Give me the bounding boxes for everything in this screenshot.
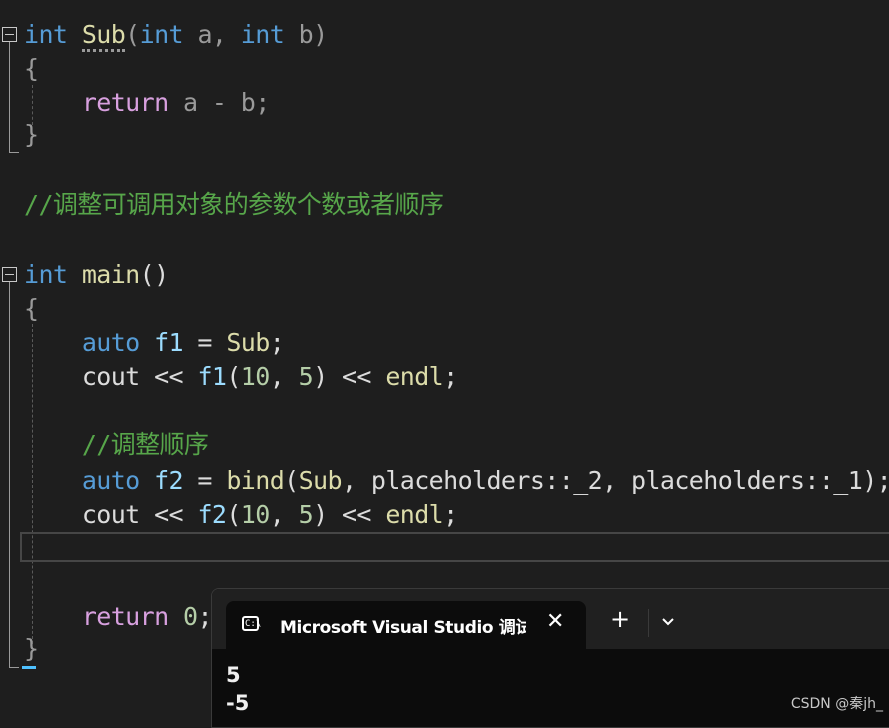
semicolon: ;	[255, 88, 270, 117]
comma: ,	[269, 500, 299, 529]
identifier: cout	[81, 362, 140, 391]
paren: (	[226, 500, 241, 529]
code-line-return[interactable]: return a - b;	[24, 86, 271, 120]
paren: )	[862, 466, 877, 495]
param: a	[197, 20, 212, 49]
keyword: auto	[81, 328, 140, 357]
function-name: main	[81, 260, 140, 289]
paren: )	[313, 20, 328, 49]
code-line-cout-f2[interactable]: cout << f2(10, 5) << endl;	[24, 498, 458, 532]
variable: f1	[197, 362, 227, 391]
comment-text: //调整顺序	[81, 430, 209, 459]
number: 5	[298, 362, 314, 391]
code-comment[interactable]: //调整顺序	[24, 428, 209, 462]
param: b	[240, 88, 256, 117]
brace: }	[24, 634, 39, 663]
terminal-tab[interactable]: C:\ Microsoft Visual Studio 调试控制台 ✕	[226, 601, 586, 651]
brace: {	[24, 54, 39, 83]
operator: -	[211, 88, 227, 117]
comma: ,	[269, 362, 299, 391]
paren: )	[313, 500, 328, 529]
fold-end-sub	[9, 152, 19, 153]
operator: <<	[327, 500, 386, 529]
brace: {	[24, 294, 39, 323]
semicolon: ;	[197, 602, 212, 631]
keyword: int	[24, 20, 68, 49]
terminal-icon-text: C:\	[245, 619, 262, 629]
paren: (	[226, 362, 241, 391]
terminal-icon: C:\	[242, 616, 262, 631]
watermark: CSDN @秦jh_	[790, 696, 883, 712]
arguments: , placeholders::_2, placeholders::_1	[341, 466, 863, 495]
comment-text: //调整可调用对象的参数个数或者顺序	[24, 190, 444, 219]
operator: <<	[327, 362, 386, 391]
code-line-brace[interactable]: }	[24, 632, 39, 666]
number: 5	[298, 500, 314, 529]
function-name: Sub	[81, 20, 126, 52]
code-line-auto-f2[interactable]: auto f2 = bind(Sub, placeholders::_2, pl…	[24, 464, 889, 498]
current-line-highlight	[20, 532, 889, 562]
function-name: endl	[385, 500, 444, 529]
code-line-brace[interactable]: {	[24, 292, 39, 326]
operator: <<	[139, 500, 198, 529]
terminal-tab-bar: C:\ Microsoft Visual Studio 调试控制台 ✕ +	[212, 589, 889, 651]
code-line-brace[interactable]: {	[24, 52, 39, 86]
number: 10	[240, 362, 271, 391]
code-line-sub-signature[interactable]: int Sub(int a, int b)	[24, 18, 328, 52]
number: 0	[182, 602, 198, 631]
tab-title: Microsoft Visual Studio 调试控制台	[280, 618, 526, 638]
keyword: auto	[81, 466, 140, 495]
paren: ()	[139, 260, 170, 289]
code-comment[interactable]: //调整可调用对象的参数个数或者顺序	[24, 188, 444, 222]
text-cursor	[22, 666, 36, 669]
collapse-icon-main[interactable]	[2, 267, 17, 282]
param: b	[298, 20, 314, 49]
variable: f2	[197, 500, 227, 529]
operator: =	[182, 328, 227, 357]
semicolon: ;	[877, 466, 889, 495]
variable: f1	[154, 328, 184, 357]
semicolon: ;	[443, 362, 458, 391]
fold-end-main	[9, 667, 19, 668]
semicolon: ;	[269, 328, 285, 357]
function-name: endl	[385, 362, 444, 391]
identifier: cout	[81, 500, 140, 529]
paren: (	[284, 466, 299, 495]
collapse-icon-sub[interactable]	[2, 27, 17, 42]
paren: )	[313, 362, 328, 391]
keyword: int	[139, 20, 184, 49]
output-line: -5	[226, 691, 250, 715]
variable: f2	[154, 466, 184, 495]
code-line-return-main[interactable]: return 0;	[24, 600, 213, 634]
output-line: 5	[226, 663, 241, 687]
code-line-brace[interactable]: }	[24, 118, 39, 152]
fold-line-sub	[9, 42, 10, 152]
function-name: Sub	[226, 328, 270, 357]
function-name: bind	[226, 466, 285, 495]
semicolon: ;	[443, 500, 458, 529]
chevron-down-icon[interactable]	[658, 611, 678, 631]
keyword: int	[24, 260, 68, 289]
fold-line-main	[9, 282, 10, 667]
keyword: return	[81, 88, 169, 117]
brace: }	[24, 120, 39, 149]
close-icon[interactable]: ✕	[546, 609, 564, 634]
code-line-cout-f1[interactable]: cout << f1(10, 5) << endl;	[24, 360, 458, 394]
comma: ,	[211, 20, 227, 49]
keyword: return	[81, 602, 169, 631]
number: 10	[240, 500, 271, 529]
debug-console-window[interactable]: C:\ Microsoft Visual Studio 调试控制台 ✕ + 5 …	[211, 588, 889, 728]
code-line-main-signature[interactable]: int main()	[24, 258, 169, 292]
new-tab-button[interactable]: +	[610, 607, 630, 631]
operator: <<	[139, 362, 198, 391]
code-line-auto-f1[interactable]: auto f1 = Sub;	[24, 326, 285, 360]
param: a	[182, 88, 198, 117]
operator: =	[182, 466, 227, 495]
divider	[648, 609, 649, 637]
keyword: int	[240, 20, 285, 49]
function-name: Sub	[298, 466, 343, 495]
paren: (	[125, 20, 140, 49]
